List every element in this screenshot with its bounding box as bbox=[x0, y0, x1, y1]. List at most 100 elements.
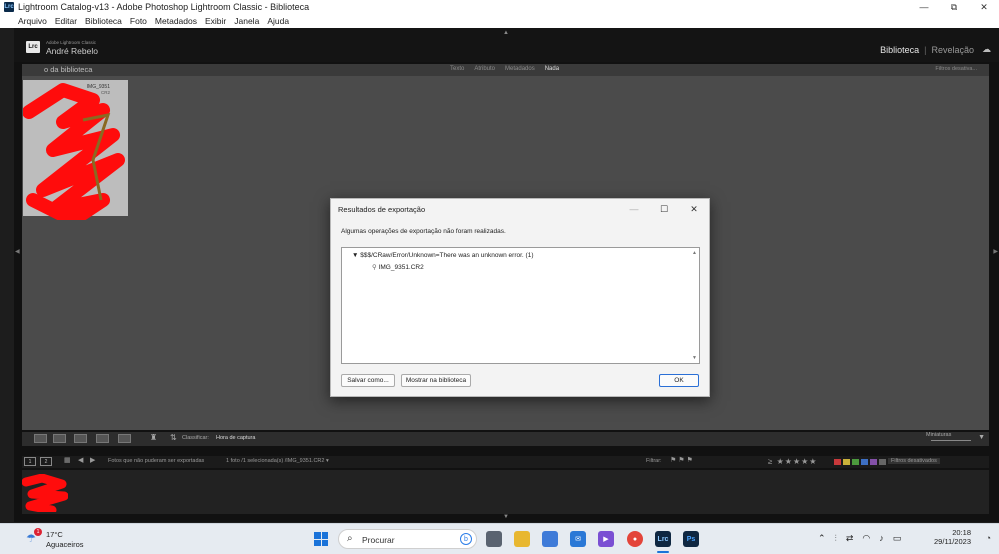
task-view-icon[interactable] bbox=[486, 531, 502, 547]
menu-arquivo[interactable]: Arquivo bbox=[18, 16, 47, 26]
survey-view-button[interactable] bbox=[96, 434, 109, 443]
battery-icon[interactable]: ▭ bbox=[893, 533, 902, 544]
right-panel-toggle-icon[interactable]: ▶ bbox=[993, 248, 998, 255]
menu-biblioteca[interactable]: Biblioteca bbox=[85, 16, 122, 26]
filter-presets-select[interactable]: Filtros desativados bbox=[888, 458, 940, 464]
sort-dropdown[interactable]: Hora de captura bbox=[216, 435, 255, 441]
system-tray: ⌃ ⫶ ⇄ ◠ ♪ ▭ bbox=[818, 533, 910, 544]
volume-icon[interactable]: ♪ bbox=[879, 533, 884, 544]
lightroom-taskbar-icon[interactable]: Lrc bbox=[655, 531, 671, 547]
bottom-panel-toggle-icon[interactable]: ▼ bbox=[503, 514, 509, 520]
green-label-swatch[interactable] bbox=[852, 459, 859, 465]
gray-label-swatch[interactable] bbox=[879, 459, 886, 465]
dialog-close-button[interactable]: ✕ bbox=[679, 199, 709, 219]
windows-start-icon[interactable] bbox=[314, 532, 328, 546]
menu-metadados[interactable]: Metadados bbox=[155, 16, 197, 26]
module-revelacao[interactable]: Revelação bbox=[931, 45, 974, 55]
redaction-scribble bbox=[23, 83, 125, 220]
save-as-button[interactable]: Salvar como... bbox=[341, 374, 395, 387]
filter-bar-label: o da biblioteca bbox=[44, 65, 93, 74]
taskbar-search[interactable]: ⌕ Procurar b bbox=[338, 529, 477, 549]
window-titlebar: Lrc Lightroom Catalog-v13 - Adobe Photos… bbox=[0, 0, 999, 14]
module-biblioteca[interactable]: Biblioteca bbox=[880, 45, 919, 55]
toolbar-menu-chevron-icon[interactable]: ▼ bbox=[978, 434, 985, 441]
blue-label-swatch[interactable] bbox=[861, 459, 868, 465]
chrome-icon[interactable]: ● bbox=[627, 531, 643, 547]
close-button[interactable]: ✕ bbox=[969, 0, 999, 14]
compare-view-button[interactable] bbox=[74, 434, 87, 443]
module-separator: | bbox=[924, 44, 927, 55]
ok-button[interactable]: OK bbox=[659, 374, 699, 387]
main-window-button[interactable]: 1 bbox=[24, 457, 36, 466]
file-icon: ⚲ bbox=[372, 264, 379, 271]
filmstrip bbox=[22, 470, 989, 514]
weather-badge: 1 bbox=[34, 528, 42, 536]
menu-janela[interactable]: Janela bbox=[234, 16, 259, 26]
grid-icon[interactable]: ▦ bbox=[64, 456, 71, 464]
weather-temp: 17°C bbox=[46, 530, 63, 539]
search-placeholder: Procurar bbox=[362, 535, 395, 545]
brand-label: Adobe Lightroom Classic bbox=[46, 40, 97, 45]
dialog-maximize-button[interactable]: ☐ bbox=[649, 199, 679, 219]
filmstrip-source[interactable]: Fotos que não puderam ser exportadas bbox=[108, 458, 204, 464]
wifi-icon[interactable]: ◠ bbox=[862, 533, 870, 544]
menu-ajuda[interactable]: Ajuda bbox=[267, 16, 289, 26]
grid-thumbnail[interactable]: IMG_9351 CR2 bbox=[23, 80, 128, 220]
menu-foto[interactable]: Foto bbox=[130, 16, 147, 26]
error-list[interactable]: ▼ $$$/CRaw/Error/Unknown=There was an un… bbox=[341, 247, 700, 364]
purple-label-swatch[interactable] bbox=[870, 459, 877, 465]
sort-label: Classificar: bbox=[182, 435, 209, 441]
restore-button[interactable]: ⧉ bbox=[939, 0, 969, 14]
red-label-swatch[interactable] bbox=[834, 459, 841, 465]
star-rating-filter[interactable]: ≥ ★★★★★ bbox=[768, 457, 817, 466]
notification-bell-icon[interactable]: ◔ bbox=[986, 533, 991, 543]
taskbar-clock[interactable]: 20:18 29/11/2023 bbox=[934, 528, 971, 546]
filter-tab-nada[interactable]: Nada bbox=[545, 66, 559, 72]
secondary-window-button[interactable]: 2 bbox=[40, 457, 52, 466]
search-icon: ⌕ bbox=[347, 533, 353, 544]
dialog-title: Resultados de exportação bbox=[338, 205, 426, 214]
thumbnail-size-slider[interactable] bbox=[931, 440, 971, 441]
menu-exibir[interactable]: Exibir bbox=[205, 16, 226, 26]
store-icon[interactable] bbox=[542, 531, 558, 547]
identity-plate-bar: ▲ Lrc Adobe Lightroom Classic André Rebe… bbox=[14, 28, 999, 62]
weather-condition: Aguaceiros bbox=[46, 540, 84, 549]
dialog-minimize-button: — bbox=[629, 204, 639, 214]
clock-date: 29/11/2023 bbox=[934, 537, 971, 546]
left-panel-toggle-icon[interactable]: ◀ bbox=[15, 248, 20, 255]
spray-can-icon[interactable]: ♜ bbox=[150, 433, 157, 442]
bing-icon[interactable]: b bbox=[460, 533, 472, 545]
people-view-button[interactable] bbox=[118, 434, 131, 443]
menu-editar[interactable]: Editar bbox=[55, 16, 77, 26]
scroll-up-icon[interactable]: ▲ bbox=[692, 250, 697, 256]
lrc-logo: Lrc bbox=[26, 41, 40, 53]
error-group-row[interactable]: ▼ $$$/CRaw/Error/Unknown=There was an un… bbox=[352, 252, 533, 259]
photoshop-taskbar-icon[interactable]: Ps bbox=[683, 531, 699, 547]
tray-sync-icon[interactable]: ⇄ bbox=[846, 533, 854, 544]
mail-icon[interactable]: ✉ bbox=[570, 531, 586, 547]
yellow-label-swatch[interactable] bbox=[843, 459, 850, 465]
filter-tab-atributo[interactable]: Atributo bbox=[474, 66, 495, 72]
tray-app-icon[interactable]: ⫶ bbox=[835, 533, 837, 544]
media-app-icon[interactable]: ▶ bbox=[598, 531, 614, 547]
tray-chevron-icon[interactable]: ⌃ bbox=[818, 533, 826, 544]
sort-direction-icon[interactable]: ⇅ bbox=[170, 433, 177, 442]
cloud-icon[interactable]: ☁ bbox=[982, 44, 991, 55]
back-arrow-icon[interactable]: ◀ bbox=[78, 456, 83, 464]
scroll-down-icon[interactable]: ▼ bbox=[692, 355, 697, 361]
show-in-library-button[interactable]: Mostrar na biblioteca bbox=[401, 374, 471, 387]
minimize-button[interactable]: — bbox=[909, 0, 939, 14]
filmstrip-count[interactable]: 1 foto /1 selecionada(s) /IMG_9351.CR2 ▾ bbox=[226, 458, 329, 464]
grid-view-button[interactable] bbox=[34, 434, 47, 443]
forward-arrow-icon[interactable]: ▶ bbox=[90, 456, 95, 464]
library-filter-bar: o da biblioteca Texto Atributo Metadados… bbox=[22, 64, 989, 76]
top-panel-toggle-icon[interactable]: ▲ bbox=[503, 30, 509, 36]
expand-triangle-icon[interactable]: ▼ bbox=[352, 252, 360, 259]
file-explorer-icon[interactable] bbox=[514, 531, 530, 547]
flag-filter-icon[interactable]: ⚑ ⚑ ⚑ bbox=[670, 456, 693, 464]
loupe-view-button[interactable] bbox=[53, 434, 66, 443]
filter-tab-texto[interactable]: Texto bbox=[450, 66, 464, 72]
error-file-row[interactable]: ⚲ IMG_9351.CR2 bbox=[372, 263, 424, 271]
filter-presets-dropdown[interactable]: Filtros desativa... bbox=[935, 66, 977, 72]
filter-tab-metadados[interactable]: Metadados bbox=[505, 66, 535, 72]
